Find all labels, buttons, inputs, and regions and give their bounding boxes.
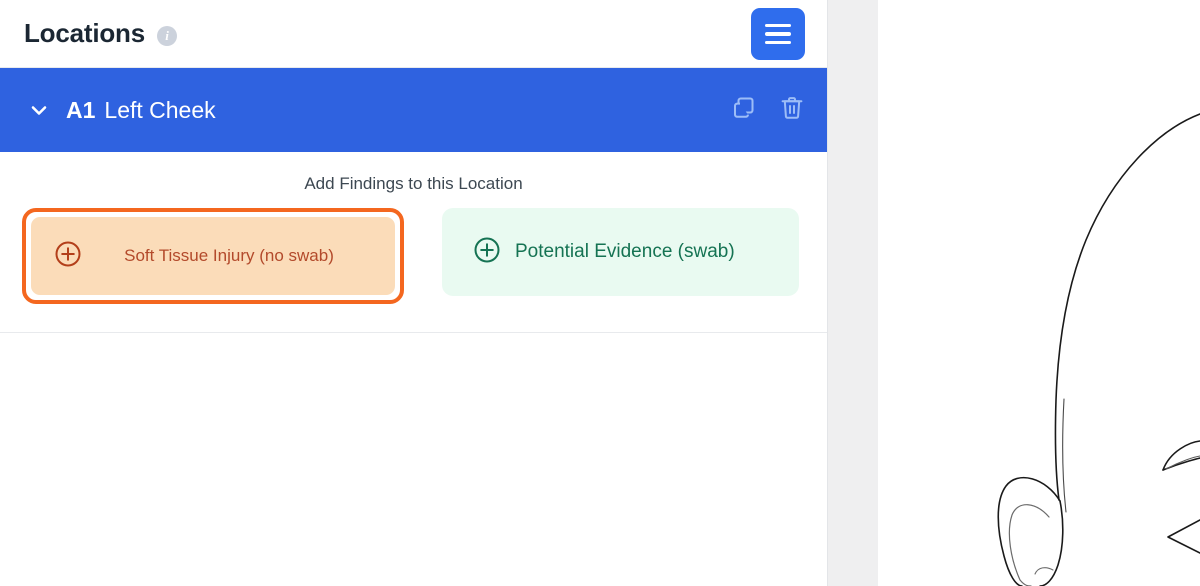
finding-option-soft-tissue-injury[interactable]: Soft Tissue Injury (no swab) xyxy=(31,217,395,295)
info-circle-icon[interactable]: i xyxy=(157,25,177,46)
locations-panel: Locations i A1 Left Cheek Add Findings t… xyxy=(0,0,828,586)
finding-option-label: Potential Evidence (swab) xyxy=(515,241,735,262)
page-title: Locations xyxy=(24,18,145,48)
plus-circle-icon xyxy=(53,239,83,274)
findings-section: Add Findings to this Location Soft Tissu… xyxy=(0,152,827,333)
finding-option-label: Soft Tissue Injury (no swab) xyxy=(124,246,334,266)
location-row-a1[interactable]: A1 Left Cheek xyxy=(0,68,827,152)
copy-icon[interactable] xyxy=(731,95,757,126)
findings-options: Soft Tissue Injury (no swab) Potential E… xyxy=(0,208,827,304)
finding-option-soft-tissue-injury-ring: Soft Tissue Injury (no swab) xyxy=(22,208,404,304)
location-name: Left Cheek xyxy=(104,96,216,123)
location-code: A1 xyxy=(66,96,96,123)
hamburger-menu-icon[interactable] xyxy=(751,8,805,60)
body-diagram-canvas[interactable] xyxy=(878,0,1200,586)
finding-option-potential-evidence[interactable]: Potential Evidence (swab) xyxy=(442,208,799,296)
location-actions xyxy=(731,95,805,126)
findings-label: Add Findings to this Location xyxy=(304,174,523,193)
chevron-down-icon[interactable] xyxy=(28,99,50,121)
trash-icon[interactable] xyxy=(779,95,805,126)
canvas-gutter xyxy=(828,0,878,586)
head-face-line-drawing xyxy=(997,113,1200,586)
plus-circle-icon xyxy=(472,235,502,270)
menu-line xyxy=(765,23,791,28)
menu-line xyxy=(765,40,791,45)
app-root: Locations i A1 Left Cheek Add Findings t… xyxy=(0,0,1200,586)
menu-line xyxy=(765,32,791,36)
panel-header: Locations i xyxy=(0,0,827,68)
